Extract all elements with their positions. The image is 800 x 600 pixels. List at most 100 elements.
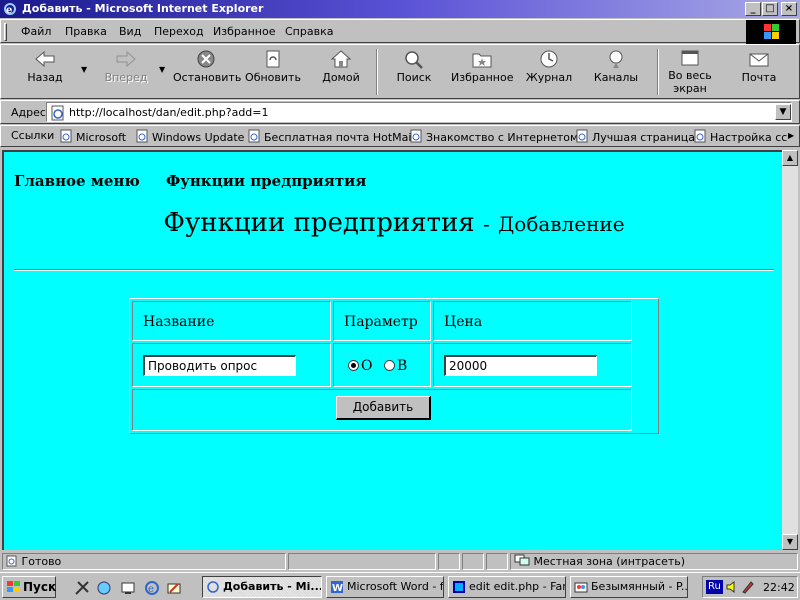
param-cell: O B — [333, 343, 431, 387]
close-button[interactable]: × — [781, 2, 797, 16]
forward-dropdown-icon[interactable]: ▼ — [159, 65, 165, 74]
heading-subtitle: Добавление — [498, 212, 625, 236]
stop-icon — [197, 50, 215, 68]
page-status-icon — [6, 555, 17, 567]
status-panel — [438, 553, 460, 570]
task-far[interactable]: edit edit.php - Far — [448, 576, 566, 598]
word-task-icon: W — [331, 581, 343, 594]
favorites-folder-icon — [472, 53, 492, 68]
back-button[interactable]: Назад — [21, 47, 69, 97]
stop-button[interactable]: Остановить — [173, 47, 241, 97]
channels-button[interactable]: Каналы — [593, 47, 639, 97]
link-page-icon — [136, 129, 148, 143]
toolbar: Назад ▼ Вперед ▼ Остановить Обновить Дом… — [0, 44, 800, 99]
links-more-icon[interactable]: ▶ — [788, 131, 794, 140]
header-price: Цена — [433, 301, 632, 341]
svg-text:e: e — [148, 584, 154, 595]
price-input[interactable]: 20000 — [444, 355, 597, 376]
page-heading: Функции предприятия - Добавление — [4, 208, 782, 238]
quicklaunch-outlook-icon[interactable] — [166, 580, 182, 596]
address-dropdown-button[interactable]: ▼ — [775, 104, 791, 120]
name-input[interactable]: Проводить опрос — [143, 355, 296, 376]
menu-edit[interactable]: Правка — [65, 25, 107, 38]
address-label: Адрес — [11, 106, 46, 119]
link-microsoft[interactable]: Microsoft — [59, 129, 126, 144]
channels-satellite-icon — [609, 50, 623, 68]
menu-help[interactable]: Справка — [285, 25, 333, 38]
maximize-button[interactable]: □ — [762, 2, 778, 16]
forward-arrow-icon — [116, 50, 136, 68]
menu-view[interactable]: Вид — [119, 25, 141, 38]
history-button[interactable]: Журнал — [525, 47, 573, 97]
nav-functions[interactable]: Функции предприятия — [166, 172, 366, 190]
windows-logo-icon — [746, 20, 796, 44]
forward-button[interactable]: Вперед — [101, 47, 151, 97]
svg-text:W: W — [332, 583, 343, 594]
link-page-icon — [60, 129, 72, 143]
zone-panel: Местная зона (интрасеть) — [510, 553, 798, 570]
heading-title: Функции предприятия — [163, 208, 475, 238]
radio-b[interactable] — [383, 360, 395, 371]
back-dropdown-icon[interactable]: ▼ — [81, 65, 87, 74]
status-text: Готово — [21, 555, 62, 568]
menu-grip — [4, 23, 7, 41]
link-page-icon — [694, 129, 706, 143]
vertical-scrollbar[interactable]: ▲ ▼ — [782, 150, 798, 550]
horizontal-rule — [14, 269, 774, 271]
quicklaunch-desktop-icon[interactable] — [120, 580, 136, 596]
page-icon — [51, 105, 64, 121]
address-input[interactable]: http://localhost/dan/edit.php?add=1 — [46, 102, 792, 122]
link-best-page[interactable]: Лучшая страница — [575, 129, 695, 144]
menu-go[interactable]: Переход — [154, 25, 204, 38]
link-internet-intro[interactable]: Знакомство с Интернетом — [409, 129, 578, 144]
header-param: Параметр — [333, 301, 431, 341]
start-button[interactable]: Пуск — [2, 576, 56, 598]
search-button[interactable]: Поиск — [393, 47, 435, 97]
link-hotmail[interactable]: Бесплатная почта HotMail — [247, 129, 415, 144]
menu-file[interactable]: Файл — [21, 25, 51, 38]
volume-icon[interactable] — [725, 580, 739, 594]
menu-favorites[interactable]: Избранное — [213, 25, 275, 38]
minimize-button[interactable]: _ — [745, 2, 761, 16]
search-icon — [405, 51, 423, 69]
intranet-zone-icon — [514, 554, 530, 566]
link-page-icon — [248, 129, 260, 143]
toolbar-separator — [376, 49, 378, 95]
ie-task-icon — [207, 581, 219, 593]
tray-pen-icon[interactable] — [741, 580, 755, 594]
scroll-down-button[interactable]: ▼ — [782, 534, 798, 550]
link-page-icon — [576, 129, 588, 143]
favorites-button[interactable]: Избранное — [451, 47, 513, 97]
radio-o-label: O — [361, 358, 373, 374]
fullscreen-button[interactable]: Во весь экран — [667, 47, 713, 97]
heading-separator: - — [482, 212, 490, 236]
home-button[interactable]: Домой — [319, 47, 363, 97]
quicklaunch-network-icon[interactable] — [96, 580, 112, 596]
mail-icon — [749, 53, 769, 67]
svg-text:e: e — [6, 5, 12, 16]
task-word[interactable]: W Microsoft Word - f... — [326, 576, 444, 598]
nav-main-menu[interactable]: Главное меню — [14, 172, 140, 190]
mail-button[interactable]: Почта — [739, 47, 779, 97]
windows-flag-icon — [7, 581, 20, 592]
fullscreen-icon — [681, 50, 699, 66]
quicklaunch-tools-icon[interactable] — [74, 580, 90, 596]
link-customize[interactable]: Настройка сс — [693, 129, 787, 144]
title-bar: e Добавить - Microsoft Internet Explorer… — [0, 0, 800, 18]
name-cell: Проводить опрос — [132, 343, 331, 387]
home-icon — [330, 50, 352, 68]
add-form-table: Название Параметр Цена Проводить опрос O… — [129, 298, 659, 434]
radio-o[interactable] — [348, 360, 359, 371]
scroll-up-button[interactable]: ▲ — [782, 150, 798, 166]
add-button[interactable]: Добавить — [336, 396, 431, 420]
quicklaunch-ie-icon[interactable]: e — [144, 580, 160, 596]
header-name: Название — [132, 301, 331, 341]
radio-b-label: B — [396, 358, 408, 374]
ie-icon: e — [4, 3, 16, 16]
link-windows-update[interactable]: Windows Update — [135, 129, 244, 144]
task-ie[interactable]: Добавить - Mi... — [202, 576, 322, 598]
task-paint[interactable]: Безымянный - P... — [570, 576, 688, 598]
refresh-button[interactable]: Обновить — [245, 47, 301, 97]
refresh-icon — [266, 50, 280, 68]
language-indicator[interactable]: Ru — [706, 580, 723, 594]
